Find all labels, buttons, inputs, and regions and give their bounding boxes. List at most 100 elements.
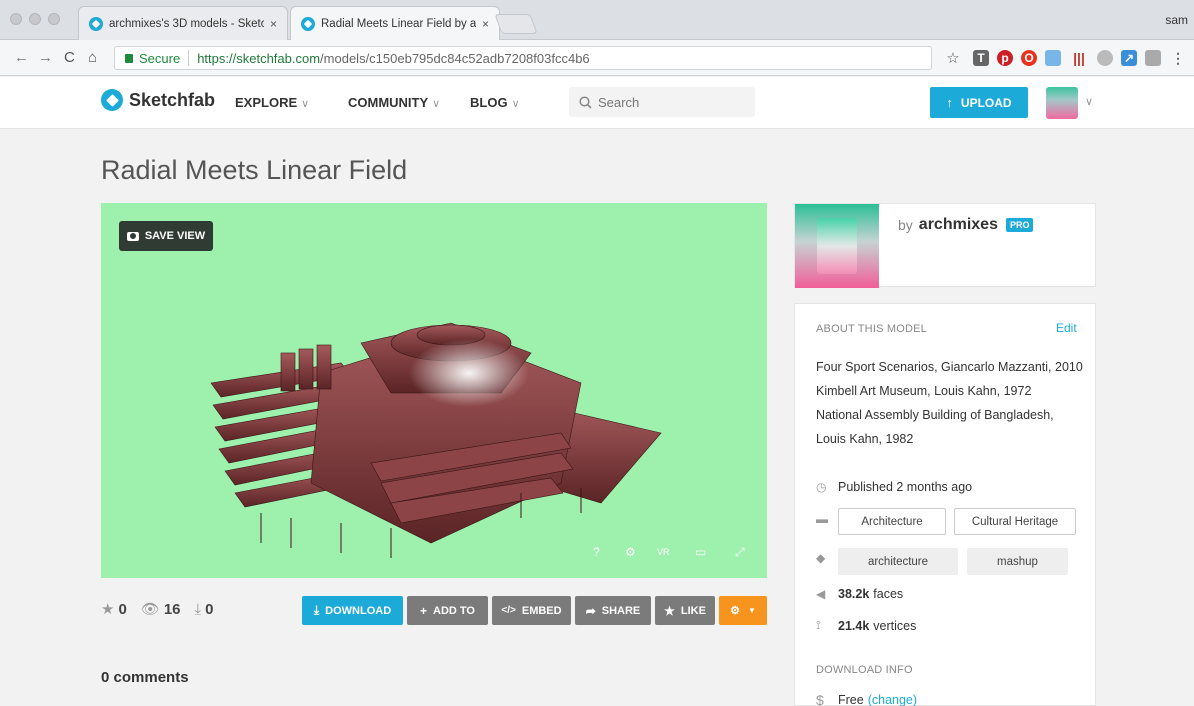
author-card: by archmixes PRO xyxy=(794,203,1096,288)
sketchfab-logo[interactable]: Sketchfab xyxy=(101,89,215,111)
download-icon: ⤓ xyxy=(313,603,320,617)
page-title: Radial Meets Linear Field xyxy=(101,155,408,185)
chevron-down-icon: ∨ xyxy=(511,98,520,110)
url-path: /models/c150eb795dc84c52adb7208f03fcc4b6 xyxy=(320,50,590,66)
category-chip-architecture[interactable]: Architecture xyxy=(838,508,946,535)
fullscreen-icon[interactable]: ⤢ xyxy=(735,545,745,560)
price-label: Free xyxy=(838,693,864,706)
user-avatar[interactable] xyxy=(1046,87,1078,119)
secure-label: Secure xyxy=(139,50,181,66)
download-label: DOWNLOAD xyxy=(325,604,392,617)
forward-icon[interactable]: → xyxy=(38,49,53,66)
price-row: $ Free (change) xyxy=(816,692,917,706)
arrow-up-icon: ↑ xyxy=(946,95,953,110)
download-button[interactable]: ⤓ DOWNLOAD xyxy=(302,596,403,625)
browser-toolbar: ← → C ⌂ Secure https://sketchfab.com /mo… xyxy=(0,40,1194,76)
faces-value: 38.2k xyxy=(838,587,870,601)
code-icon: </> xyxy=(501,605,516,616)
search-input[interactable] xyxy=(598,94,748,110)
sketchfab-logo-icon xyxy=(101,89,123,111)
download-icon: ⤓ xyxy=(194,600,202,618)
sketchfab-favicon-icon xyxy=(301,16,315,31)
help-icon[interactable]: ? xyxy=(593,545,600,559)
comments-count: 0 comments xyxy=(101,669,189,686)
embed-view-icon[interactable]: ▭ xyxy=(695,545,706,559)
model-description: Four Sport Scenarios, Giancarlo Mazzanti… xyxy=(816,355,1086,451)
lock-icon xyxy=(125,53,133,63)
views-stat: 👁 16 xyxy=(140,600,181,619)
model-viewer[interactable]: SAVE VIEW ? ⚙ VR ▭ ⤢ xyxy=(101,203,767,578)
likes-stat: ★ 0 xyxy=(101,600,127,619)
tag-chip-architecture[interactable]: architecture xyxy=(838,548,958,575)
reload-icon[interactable]: C xyxy=(64,49,75,66)
upload-button[interactable]: ↑ UPLOAD xyxy=(930,87,1028,118)
nav-blog[interactable]: BLOG ∨ xyxy=(470,95,520,110)
like-button[interactable]: ★ LIKE xyxy=(655,596,715,625)
star-icon[interactable]: ☆ xyxy=(945,50,961,67)
settings-icon[interactable]: ⚙ xyxy=(625,545,636,559)
nav-label: EXPLORE xyxy=(235,95,298,110)
downloads-count: 0 xyxy=(205,600,214,618)
by-label: by xyxy=(898,217,913,233)
change-link[interactable]: (change) xyxy=(868,693,917,706)
search-box xyxy=(569,87,755,117)
arrow-icon[interactable]: ↗ xyxy=(1121,50,1137,66)
category-chip-cultural-heritage[interactable]: Cultural Heritage xyxy=(954,508,1076,535)
author-avatar[interactable] xyxy=(795,204,879,288)
tag-chip-mashup[interactable]: mashup xyxy=(967,548,1068,575)
edit-link[interactable]: Edit xyxy=(1056,321,1077,335)
faces-row: ◀ 38.2k faces xyxy=(816,587,903,601)
chevron-down-icon[interactable]: ∨ xyxy=(1085,95,1093,108)
category-icon: ▬ xyxy=(816,512,828,526)
gear-icon: ⚙ xyxy=(730,605,740,617)
cloud-icon[interactable] xyxy=(1097,50,1113,66)
nav-community[interactable]: COMMUNITY ∨ xyxy=(348,95,440,110)
description-line: National Assembly Building of Bangladesh… xyxy=(816,408,1054,422)
address-bar[interactable]: Secure https://sketchfab.com /models/c15… xyxy=(114,46,932,70)
add-to-button[interactable]: + ADD TO xyxy=(407,596,488,625)
nav-label: COMMUNITY xyxy=(348,95,429,110)
doc-icon[interactable] xyxy=(1045,50,1061,66)
embed-button[interactable]: </> EMBED xyxy=(492,596,571,625)
opera-icon[interactable]: O xyxy=(1021,50,1037,66)
new-tab-button[interactable] xyxy=(494,14,538,34)
bars-icon[interactable]: ||| xyxy=(1071,50,1087,66)
browser-tab-2[interactable]: Radial Meets Linear Field by ar × xyxy=(290,6,500,40)
camera-icon xyxy=(126,231,139,241)
vertices-row: ⟟ 21.4k vertices xyxy=(816,618,916,633)
save-view-button[interactable]: SAVE VIEW xyxy=(119,221,213,251)
pinterest-icon[interactable]: p xyxy=(997,50,1013,66)
author-name-link[interactable]: archmixes xyxy=(919,216,998,234)
close-window-icon[interactable] xyxy=(10,13,22,25)
views-count: 16 xyxy=(163,600,181,618)
browser-tab-bar: archmixes's 3D models - Sketc × Radial M… xyxy=(0,0,1194,40)
likes-count: 0 xyxy=(118,600,127,618)
eye-icon: 👁 xyxy=(140,601,160,618)
author-byline: by archmixes PRO xyxy=(898,216,1034,234)
browser-tab-1[interactable]: archmixes's 3D models - Sketc × xyxy=(78,6,288,40)
caret-down-icon: ▼ xyxy=(747,606,756,615)
settings-dropdown-button[interactable]: ⚙ ▼ xyxy=(719,596,767,625)
url-host: https://sketchfab.com xyxy=(197,50,321,66)
browser-user-label[interactable]: sam xyxy=(1165,13,1188,27)
minimize-window-icon[interactable] xyxy=(29,13,41,25)
share-button[interactable]: ➦ SHARE xyxy=(575,596,651,625)
site-header: Sketchfab EXPLORE∨ COMMUNITY∨ BLOG∨ ↑ UP… xyxy=(0,77,1194,129)
model-render xyxy=(210,322,662,558)
tab-close-icon[interactable]: × xyxy=(482,17,489,31)
menu-icon[interactable]: ⋮ xyxy=(1170,50,1186,66)
chevron-down-icon: ∨ xyxy=(432,98,441,110)
chevron-down-icon: ∨ xyxy=(301,98,310,110)
nav-explore[interactable]: EXPLORE ∨ xyxy=(235,95,309,110)
home-icon[interactable]: ⌂ xyxy=(88,49,97,66)
back-icon[interactable]: ← xyxy=(14,49,29,66)
t-icon[interactable]: T xyxy=(973,50,989,66)
maximize-window-icon[interactable] xyxy=(48,13,60,25)
description-line: Kimbell Art Museum, Louis Kahn, 1972 xyxy=(816,384,1032,398)
search-icon xyxy=(579,95,592,109)
tab-close-icon[interactable]: × xyxy=(270,17,277,31)
tab-title: archmixes's 3D models - Sketc xyxy=(109,17,264,30)
tag-icon: ◆ xyxy=(816,551,826,565)
camera-icon[interactable] xyxy=(1145,50,1161,66)
vr-icon[interactable]: VR xyxy=(657,547,670,557)
